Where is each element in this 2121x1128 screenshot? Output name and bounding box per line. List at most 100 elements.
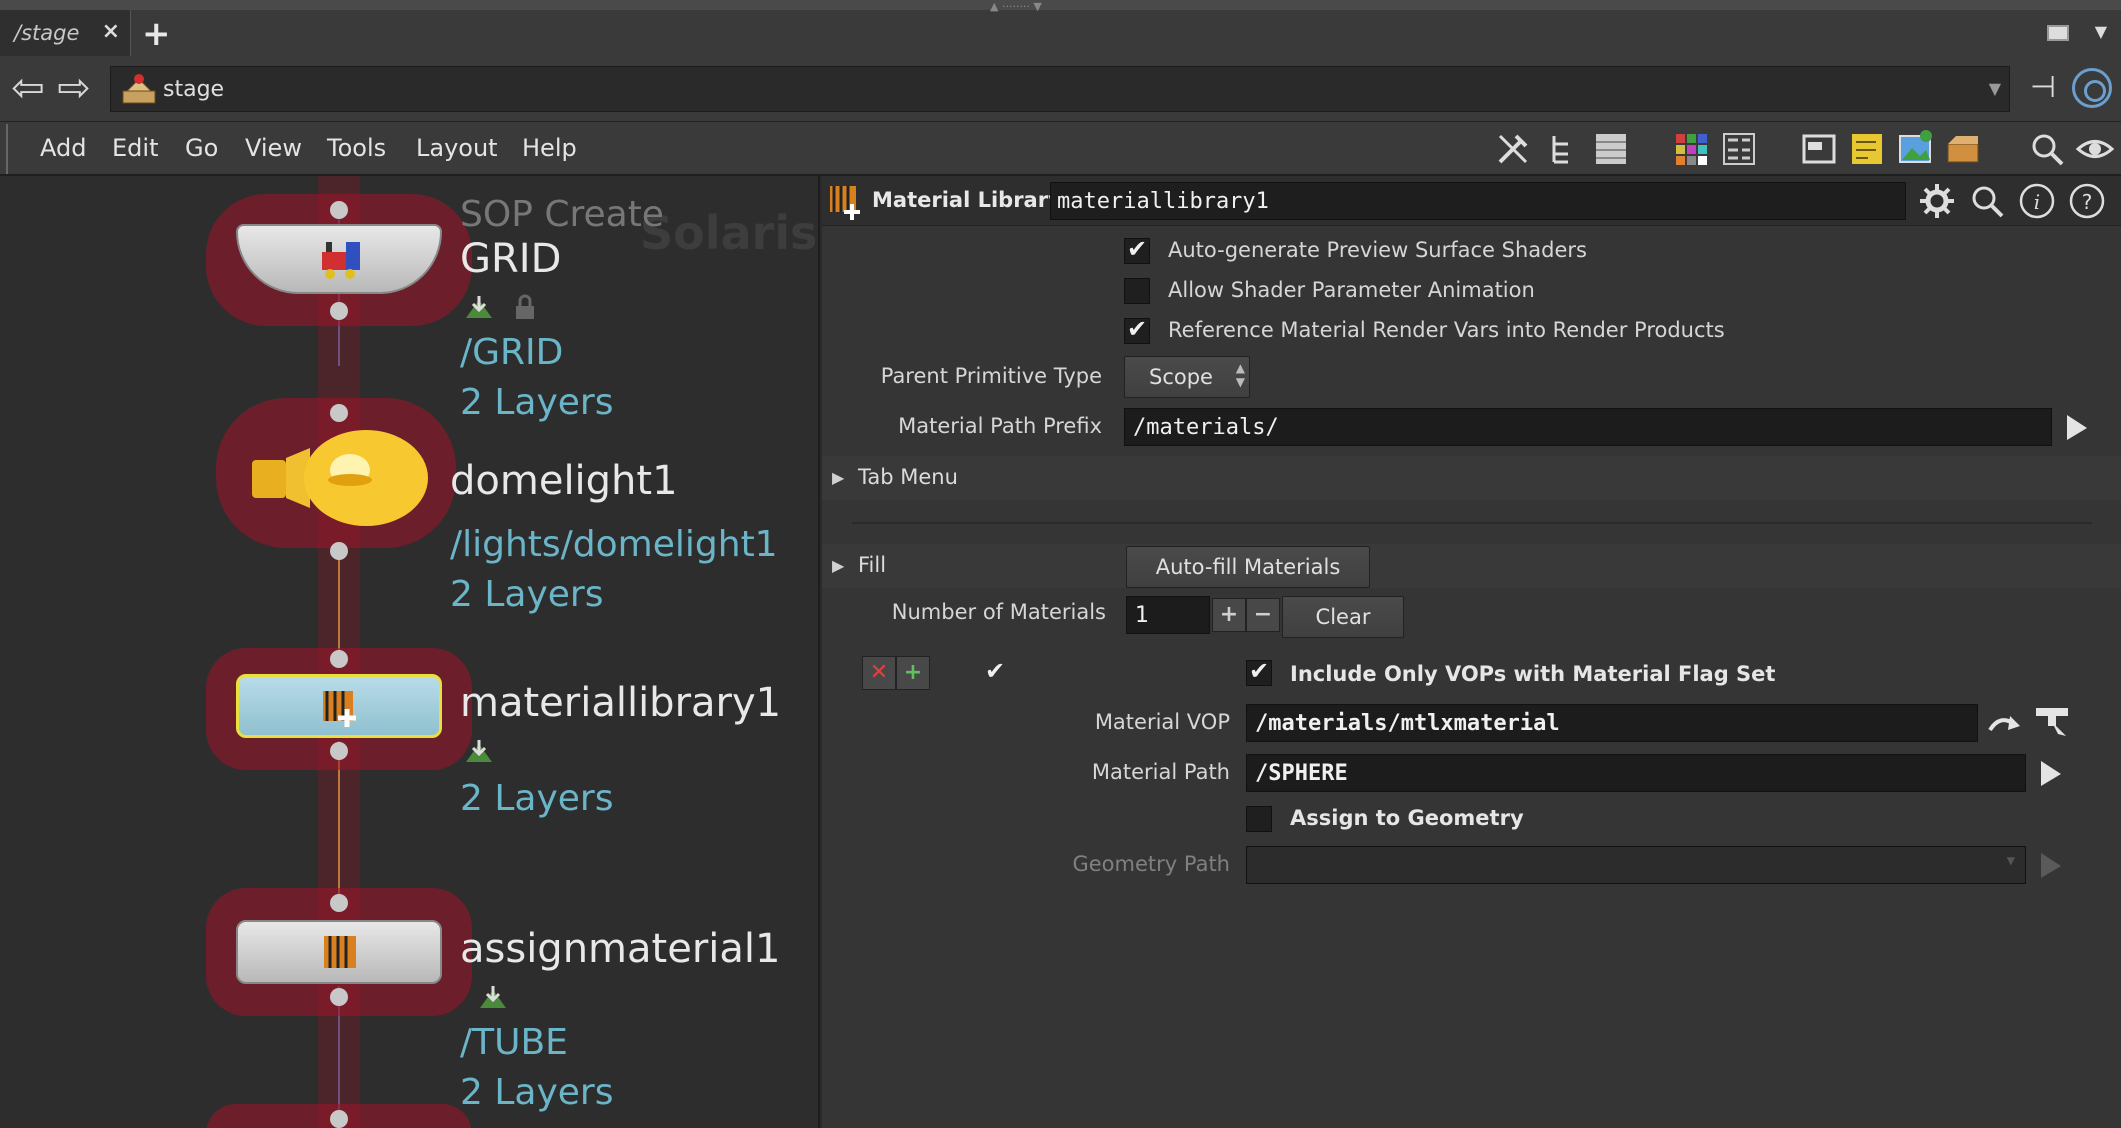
fill-folder[interactable]: ▶ Fill bbox=[822, 544, 2121, 588]
gear-icon[interactable] bbox=[1918, 182, 1956, 220]
node-name[interactable]: materiallibrary1 bbox=[460, 680, 781, 726]
material-path-field[interactable]: /SPHERE bbox=[1246, 754, 2026, 792]
auto-preview-checkbox[interactable] bbox=[1124, 235, 1150, 264]
node-name[interactable]: GRID bbox=[460, 236, 561, 282]
node-assignmaterial[interactable] bbox=[236, 920, 442, 984]
menu-bar: Add Edit Go View Tools Layout Help bbox=[0, 122, 2121, 176]
tab-strip: /stage × + ▲ ········ ▼ ▼ bbox=[0, 0, 2121, 56]
remove-material-button[interactable]: − bbox=[1246, 598, 1280, 632]
menu-tools[interactable]: Tools bbox=[327, 134, 386, 162]
instance-enable-checkbox[interactable] bbox=[982, 657, 1008, 686]
search-icon[interactable] bbox=[2028, 130, 2066, 168]
search-icon[interactable] bbox=[1968, 182, 2006, 220]
allow-anim-checkbox[interactable] bbox=[1124, 278, 1150, 304]
back-arrow-icon[interactable]: ⇦ bbox=[8, 66, 48, 110]
input-port[interactable] bbox=[330, 201, 348, 219]
eye-icon[interactable] bbox=[2076, 130, 2114, 168]
network-path-field[interactable]: stage ▼ bbox=[110, 66, 2010, 112]
network-box-icon[interactable] bbox=[1800, 130, 1838, 168]
tab-menu-folder[interactable]: ▶ Tab Menu bbox=[822, 456, 2121, 500]
assign-geo-label: Assign to Geometry bbox=[1290, 806, 1524, 830]
menu-layout[interactable]: Layout bbox=[416, 134, 498, 162]
tab-label: /stage bbox=[14, 21, 80, 45]
node-domelight[interactable] bbox=[246, 428, 432, 528]
network-editor[interactable]: Solaris SOP Create GRID /GRID 2 Layers d… bbox=[0, 176, 820, 1128]
lock-icon[interactable] bbox=[510, 294, 540, 320]
insert-instance-icon[interactable]: + bbox=[896, 656, 930, 690]
material-library-icon bbox=[323, 691, 356, 727]
tab-stage[interactable]: /stage × bbox=[0, 10, 131, 56]
fill-folder-label: Fill bbox=[858, 553, 887, 577]
assign-geo-checkbox[interactable] bbox=[1246, 806, 1272, 832]
toolbar-grip[interactable] bbox=[6, 124, 18, 174]
node-chooser-icon[interactable] bbox=[2032, 702, 2072, 742]
stage-context-icon bbox=[122, 74, 156, 104]
path-bar: ⇦ ⇨ stage ▼ ⊣ bbox=[0, 56, 2121, 122]
output-port[interactable] bbox=[330, 742, 348, 760]
include-only-vops-checkbox[interactable] bbox=[1246, 657, 1272, 686]
parent-prim-type-menu[interactable]: Scope ▲ ▼ bbox=[1124, 356, 1250, 398]
forward-arrow-icon[interactable]: ⇨ bbox=[54, 66, 94, 110]
node-materiallibrary[interactable] bbox=[236, 674, 442, 738]
help-icon[interactable]: ? bbox=[2068, 182, 2106, 220]
sticky-note-icon[interactable] bbox=[1848, 130, 1886, 168]
pane-menu-icon[interactable]: ▼ bbox=[2095, 22, 2107, 41]
tree-view-icon[interactable] bbox=[1544, 130, 1582, 168]
info-icon[interactable]: i bbox=[2018, 182, 2056, 220]
color-palette-icon[interactable] bbox=[1672, 130, 1710, 168]
wrench-icon[interactable] bbox=[1494, 130, 1532, 168]
input-port[interactable] bbox=[330, 404, 348, 422]
node-primitive-path: /GRID bbox=[460, 332, 564, 373]
close-tab-icon[interactable]: × bbox=[102, 19, 120, 44]
pane-splitter-handle[interactable]: ▲ ········ ▼ bbox=[990, 0, 1140, 13]
node-type-label: SOP Create bbox=[460, 194, 664, 235]
output-port[interactable] bbox=[330, 302, 348, 320]
maximize-pane-icon[interactable] bbox=[2047, 25, 2069, 41]
chevron-down-icon[interactable]: ▼ bbox=[1989, 79, 2001, 98]
parent-prim-type-value: Scope bbox=[1149, 365, 1213, 389]
separator bbox=[852, 522, 2092, 524]
menu-edit[interactable]: Edit bbox=[112, 134, 158, 162]
background-image-icon[interactable] bbox=[1896, 130, 1934, 168]
node-layer-count: 2 Layers bbox=[460, 1072, 614, 1113]
geo-path-label: Geometry Path bbox=[1072, 852, 1230, 876]
node-name-field[interactable]: materiallibrary1 bbox=[1050, 182, 1906, 220]
node-layer-count: 2 Layers bbox=[450, 574, 604, 615]
pin-icon[interactable]: ⊣ bbox=[2030, 70, 2070, 106]
add-tab-button[interactable]: + bbox=[142, 14, 171, 54]
autofill-materials-button[interactable]: Auto-fill Materials bbox=[1126, 546, 1370, 588]
remove-instance-icon[interactable]: ✕ bbox=[862, 656, 896, 690]
output-port[interactable] bbox=[330, 988, 348, 1006]
material-vop-field[interactable]: /materials/mtlxmaterial bbox=[1246, 704, 1978, 742]
input-port[interactable] bbox=[330, 650, 348, 668]
input-port[interactable] bbox=[330, 1110, 348, 1128]
list-view-icon[interactable] bbox=[1592, 130, 1630, 168]
add-material-button[interactable]: + bbox=[1212, 598, 1246, 632]
geo-path-field: ▼ bbox=[1246, 846, 2026, 884]
output-port[interactable] bbox=[330, 542, 348, 560]
shape-palette-icon[interactable] bbox=[1720, 130, 1758, 168]
menu-add[interactable]: Add bbox=[40, 134, 86, 162]
node-name[interactable]: assignmaterial1 bbox=[460, 926, 780, 972]
updown-arrows-icon: ▲ ▼ bbox=[1235, 361, 1245, 389]
ref-render-vars-checkbox[interactable] bbox=[1124, 315, 1150, 344]
input-port[interactable] bbox=[330, 894, 348, 912]
link-pane-icon[interactable] bbox=[2072, 68, 2112, 108]
num-materials-field[interactable]: 1 bbox=[1126, 596, 1210, 634]
select-arrow-icon bbox=[2041, 853, 2061, 878]
node-grid[interactable] bbox=[236, 224, 442, 294]
clear-materials-button[interactable]: Clear bbox=[1282, 596, 1404, 638]
svg-text:i: i bbox=[2034, 190, 2040, 214]
subnet-box-icon[interactable] bbox=[1944, 130, 1982, 168]
jump-to-node-icon[interactable] bbox=[1986, 708, 2022, 738]
node-name[interactable]: domelight1 bbox=[450, 458, 678, 504]
train-icon bbox=[322, 242, 360, 279]
select-arrow-icon[interactable] bbox=[2038, 758, 2064, 788]
mat-path-prefix-field[interactable]: /materials/ bbox=[1124, 408, 2052, 446]
menu-go[interactable]: Go bbox=[185, 134, 218, 162]
select-arrow-icon[interactable] bbox=[2064, 412, 2090, 442]
context-watermark: Solaris bbox=[640, 206, 818, 260]
num-materials-label: Number of Materials bbox=[891, 600, 1106, 624]
menu-view[interactable]: View bbox=[245, 134, 302, 162]
menu-help[interactable]: Help bbox=[522, 134, 577, 162]
